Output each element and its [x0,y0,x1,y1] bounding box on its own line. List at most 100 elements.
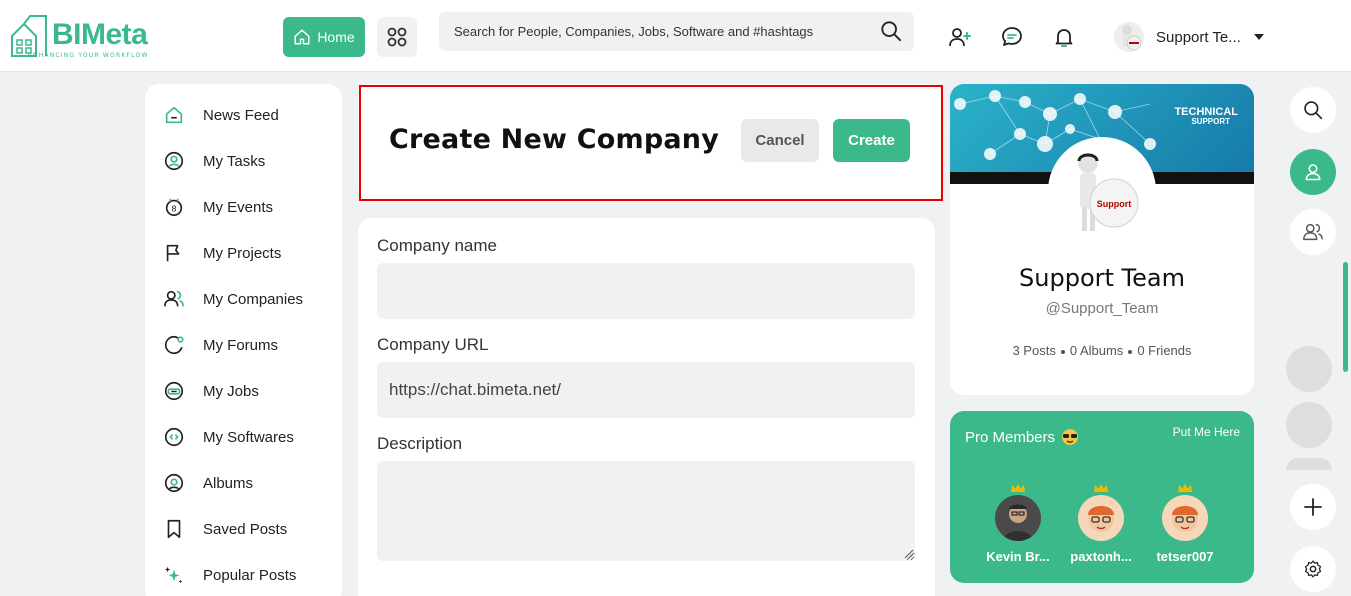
calendar-icon: 8 [165,198,183,217]
create-button[interactable]: Create [833,119,910,162]
sidebar-item-label: My Tasks [203,152,266,170]
bimeta-logo[interactable]: BIMeta ENHANCING YOUR WORKFLOW [8,12,158,62]
pro-members-heading: Pro Members [965,428,1056,446]
sidebar-item-label: My Jobs [203,382,259,400]
search-icon[interactable] [880,20,902,42]
crown-icon [1178,484,1192,492]
forum-icon [164,335,184,355]
pro-member-item[interactable]: paxtonh... [1061,483,1141,564]
apps-grid-button[interactable] [377,17,417,57]
rail-profile-button[interactable] [1290,149,1336,195]
user-name: Support Te... [1156,28,1241,46]
friends-count[interactable]: 0 Friends [1137,343,1191,358]
company-url-field[interactable] [377,362,915,418]
rail-placeholder [1286,458,1332,470]
sidebar-item-label: My Softwares [203,428,294,446]
profile-stats: 3 Posts 0 Albums 0 Friends [950,343,1254,358]
albums-count[interactable]: 0 Albums [1070,343,1123,358]
rail-placeholder [1286,402,1332,448]
sidebar-item-my-forums[interactable]: My Forums [145,322,342,368]
rail-search-button[interactable] [1290,87,1336,133]
search-input[interactable] [439,12,859,51]
sidebar-item-label: Albums [203,474,254,492]
avatar [995,495,1041,541]
sidebar-item-albums[interactable]: Albums [145,460,342,506]
posts-count[interactable]: 3 Posts [1012,343,1055,358]
sidebar-item-my-jobs[interactable]: My Jobs [145,368,342,414]
member-name: Kevin Br... [986,549,1050,564]
profile-avatar[interactable]: Support [1048,137,1156,245]
support-avatar-icon [1122,25,1142,51]
user-icon [1305,164,1321,181]
profile-card: TECHNICAL SUPPORT Support Support Team @… [950,84,1254,395]
sunglasses-emoji-icon [1062,429,1079,445]
separator-dot [1128,349,1133,354]
company-name-field[interactable] [377,263,915,319]
messages-button[interactable] [999,24,1025,50]
avatar-label: Support [1097,199,1132,209]
home-button[interactable]: Home [283,17,365,57]
home-icon [165,106,183,124]
sidebar-item-label: Popular Posts [203,566,297,584]
pro-member-item[interactable]: tetser007 [1145,483,1225,564]
sparkle-icon [164,566,183,584]
pro-members-card: Pro Members Put Me Here Kevin Br... paxt… [950,411,1254,583]
notifications-button[interactable] [1051,24,1077,50]
profile-handle: @Support_Team [1045,300,1159,317]
cover-subtitle: SUPPORT [1191,117,1230,126]
member-cartoon-icon [1172,506,1198,532]
rail-settings-button[interactable] [1290,546,1336,592]
sidebar-item-news-feed[interactable]: News Feed [145,92,342,138]
sidebar-item-my-events[interactable]: 8 My Events [145,184,342,230]
album-icon [164,473,184,493]
sidebar-item-my-companies[interactable]: My Companies [145,276,342,322]
member-cartoon-icon [1088,506,1114,532]
users-icon [164,290,184,307]
page-scrollbar[interactable] [1343,262,1348,372]
bell-icon [1055,29,1073,47]
company-name-label: Company name [377,236,498,255]
tasks-icon [164,151,184,171]
description-label: Description [377,434,463,453]
profile-name: Support Team [1019,264,1185,292]
resize-grip-icon[interactable] [904,549,914,559]
caret-down-icon [1253,34,1264,40]
global-search [439,12,914,51]
cancel-button[interactable]: Cancel [741,119,819,162]
bookmark-icon [167,519,181,539]
pro-member-item[interactable]: Kevin Br... [978,483,1058,564]
crown-icon [1094,484,1108,492]
top-navbar: BIMeta ENHANCING YOUR WORKFLOW Home Supp… [0,0,1351,72]
separator-dot [1060,349,1065,354]
sidebar-item-my-tasks[interactable]: My Tasks [145,138,342,184]
friend-requests-button[interactable] [947,24,973,50]
sidebar-item-label: My Companies [203,290,304,308]
chat-icon [1002,27,1022,46]
search-icon [1304,101,1323,120]
sidebar-item-label: News Feed [203,106,279,124]
sidebar-item-label: Saved Posts [203,520,288,538]
sidebar-item-popular-posts[interactable]: Popular Posts [145,552,342,596]
sidebar-item-my-projects[interactable]: My Projects [145,230,342,276]
sidebar-item-label: My Events [203,198,274,216]
rail-add-button[interactable] [1290,484,1336,530]
sidebar-item-label: My Projects [203,244,282,262]
plus-icon [1304,498,1322,516]
description-field[interactable] [377,461,915,561]
user-menu[interactable]: Support Te... [1114,20,1265,54]
apps-grid-icon [387,27,407,47]
add-user-icon [949,28,971,47]
sidebar-item-my-softwares[interactable]: My Softwares [145,414,342,460]
support-figure-icon: Support [1077,153,1139,231]
avatar [1162,495,1208,541]
rail-friends-button[interactable] [1290,209,1336,255]
logo-tagline: ENHANCING YOUR WORKFLOW [28,52,149,59]
company-url-label: Company URL [377,335,489,354]
software-icon [164,427,184,447]
put-me-here-link[interactable]: Put Me Here [1173,425,1240,439]
member-name: tetser007 [1156,549,1214,564]
logo-text: BIMeta [52,18,148,51]
sidebar-item-saved-posts[interactable]: Saved Posts [145,506,342,552]
avatar [1078,495,1124,541]
member-photo-icon [1003,504,1033,541]
